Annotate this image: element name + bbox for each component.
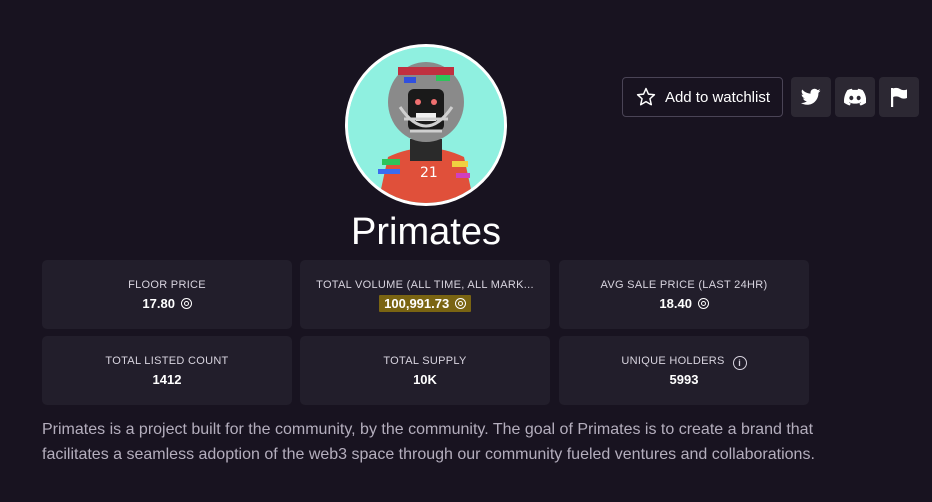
- stat-total-supply: TOTAL SUPPLY 10K: [300, 336, 550, 405]
- flag-icon: [891, 87, 907, 107]
- collection-description: Primates is a project built for the comm…: [42, 421, 815, 463]
- stat-unique-holders: UNIQUE HOLDERS i 5993: [559, 336, 809, 405]
- stat-floor-price: FLOOR PRICE 17.80: [42, 260, 292, 329]
- twitter-button[interactable]: [791, 77, 831, 117]
- stat-value: 18.40: [559, 296, 809, 311]
- star-icon: [636, 87, 656, 106]
- stat-avg-sale-price: AVG SALE PRICE (LAST 24HR) 18.40: [559, 260, 809, 329]
- discord-icon: [844, 88, 866, 106]
- stat-value: 5993: [669, 372, 699, 387]
- stat-label: TOTAL SUPPLY: [383, 355, 467, 367]
- watchlist-label: Add to watchlist: [664, 88, 770, 106]
- coin-icon: [454, 298, 466, 309]
- collection-page: 21 Add to watchlist Primates FLOOR PRICE…: [0, 0, 932, 502]
- stat-total-volume: TOTAL VOLUME (ALL TIME, ALL MARK... 100,…: [300, 260, 550, 329]
- stat-total-listed: TOTAL LISTED COUNT 1412: [42, 336, 292, 405]
- collection-avatar: 21: [345, 44, 507, 206]
- stat-label: AVG SALE PRICE (LAST 24HR): [600, 279, 768, 291]
- info-icon[interactable]: i: [732, 356, 747, 370]
- stat-label: UNIQUE HOLDERS i: [567, 355, 801, 370]
- stat-value: 10K: [413, 372, 437, 387]
- coin-icon: [697, 298, 709, 309]
- stat-value: 17.80: [42, 296, 292, 311]
- twitter-icon: [801, 88, 821, 105]
- report-button[interactable]: [879, 77, 919, 117]
- stat-label: FLOOR PRICE: [128, 279, 206, 291]
- header-actions: Add to watchlist: [621, 77, 919, 117]
- svg-text:21: 21: [420, 165, 438, 181]
- collection-title: Primates: [351, 211, 501, 253]
- add-to-watchlist-button[interactable]: Add to watchlist: [621, 77, 783, 117]
- stat-label: TOTAL VOLUME (ALL TIME, ALL MARK...: [316, 279, 534, 291]
- coin-icon: [180, 298, 192, 309]
- stat-value: 1412: [152, 372, 182, 387]
- discord-button[interactable]: [835, 77, 875, 117]
- stat-value: 100,991.73: [300, 295, 550, 312]
- stat-label: TOTAL LISTED COUNT: [105, 355, 229, 367]
